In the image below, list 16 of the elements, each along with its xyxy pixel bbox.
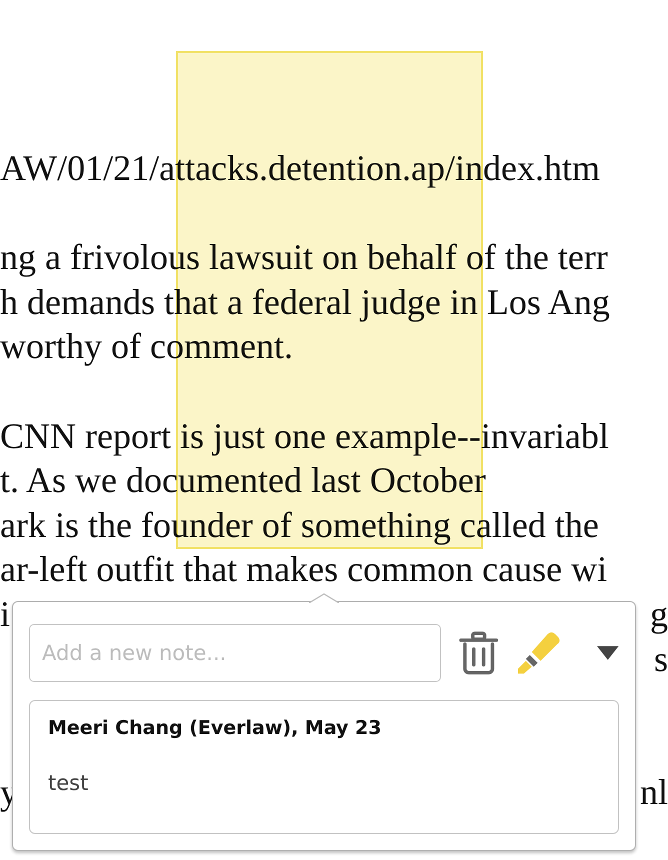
dropdown-caret-icon[interactable] xyxy=(597,646,619,660)
note-author: Meeri Chang (Everlaw), May 23 xyxy=(48,717,383,739)
document-text-line: h demands that a federal judge in Los Ang xyxy=(0,282,610,322)
highlighter-icon[interactable] xyxy=(516,630,562,676)
note-text: test xyxy=(48,771,90,795)
note-input-field[interactable]: Add a new note... xyxy=(29,624,441,682)
document-text-fragment: s xyxy=(654,638,668,681)
document-text-fragment: g xyxy=(650,592,668,636)
document-text-line: worthy of comment. xyxy=(0,326,293,366)
document-text-line: AW/01/21/attacks.detention.ap/index.htm xyxy=(0,148,600,188)
trash-icon[interactable] xyxy=(458,631,498,675)
document-text-line: CNN report is just one example--invariabl xyxy=(0,416,609,456)
document-text-fragment: nl xyxy=(640,771,668,814)
document-text-line: t. As we documented last October xyxy=(0,460,486,500)
document-text-fragment: i xyxy=(0,592,10,636)
document-text-line: ar-left outfit that makes common cause wi xyxy=(0,549,608,590)
